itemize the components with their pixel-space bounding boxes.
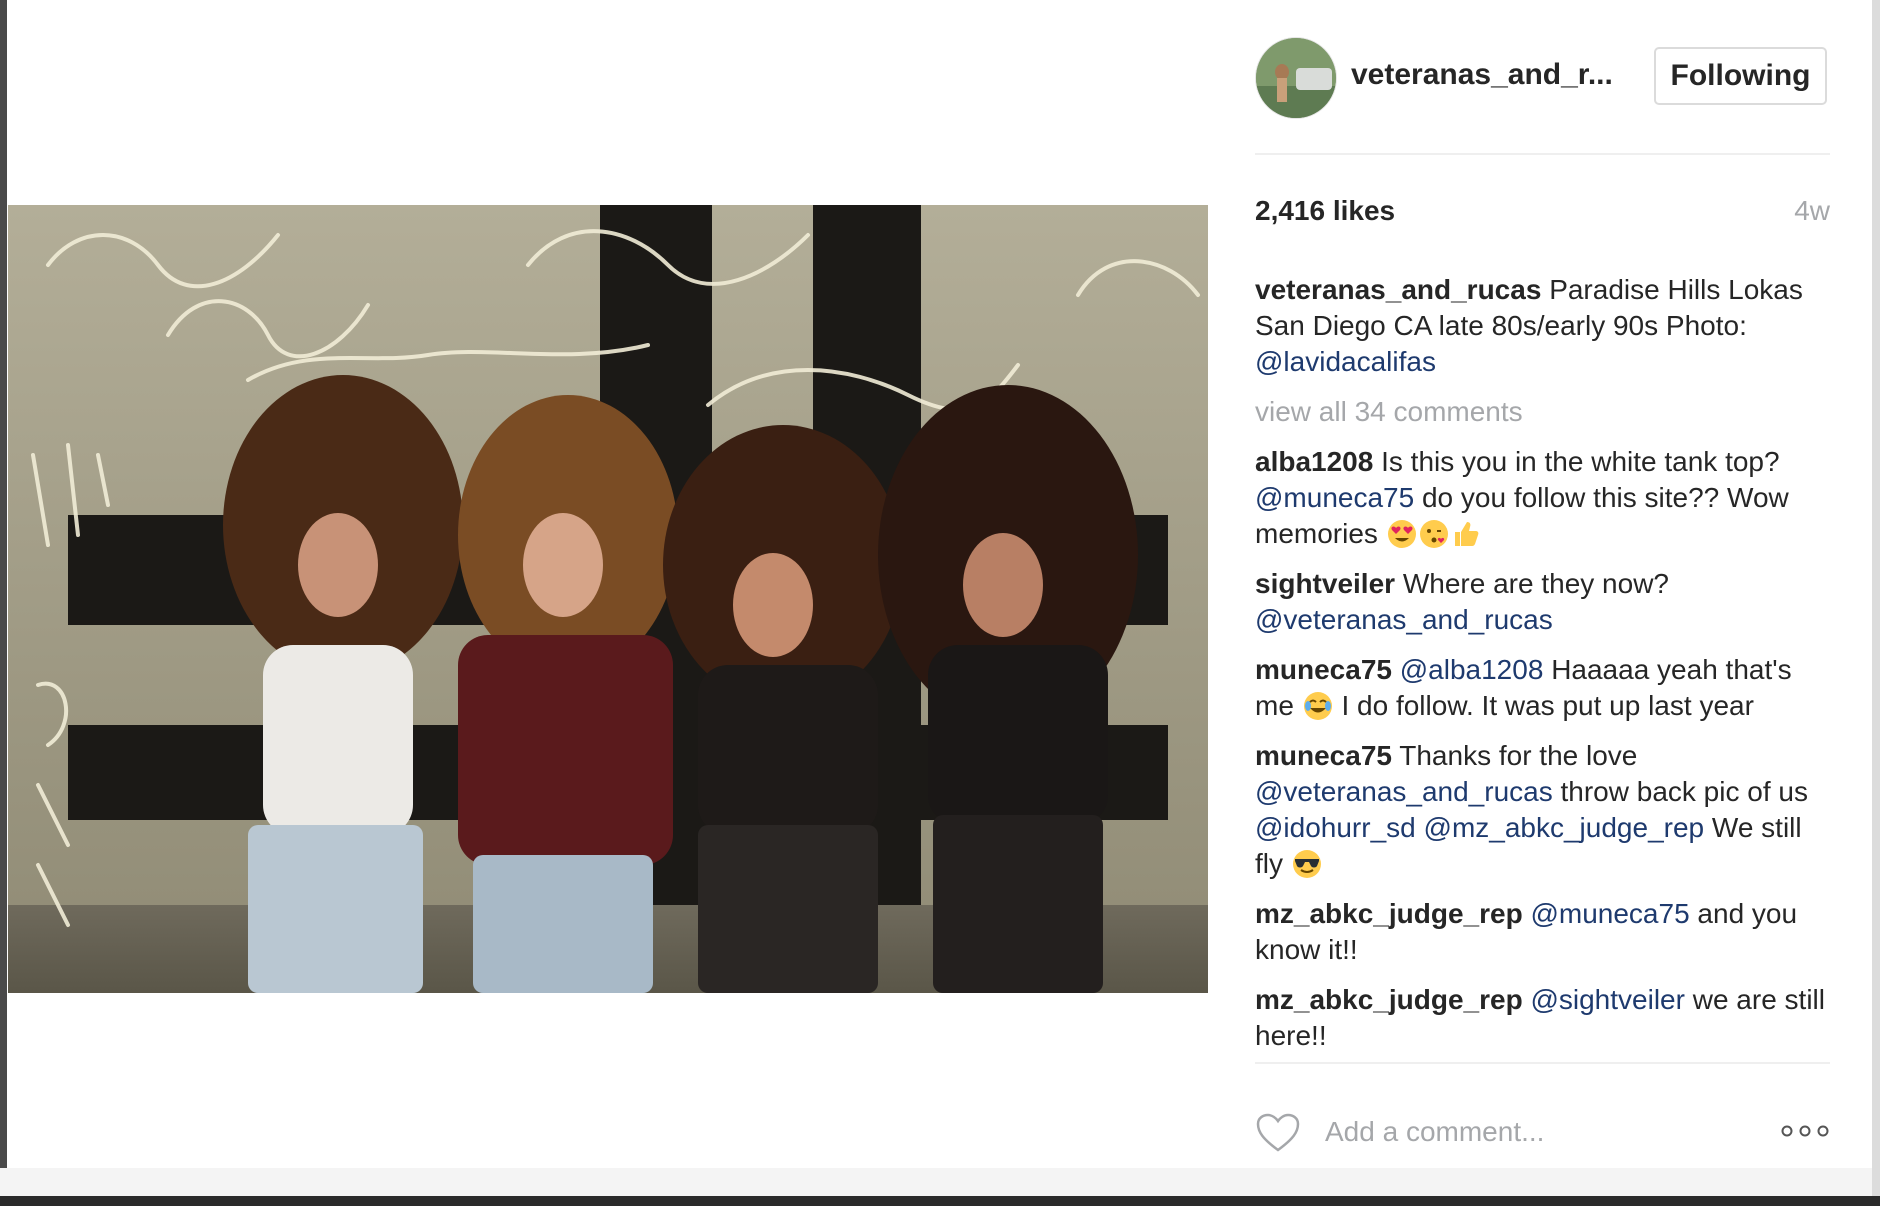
caption-author[interactable]: veteranas_and_rucas [1255,274,1541,305]
comment-author[interactable]: sightveiler [1255,568,1395,599]
window-bottom-strip [0,1168,1872,1196]
comment-author[interactable]: muneca75 [1255,740,1392,771]
caption-mention[interactable]: @lavidacalifas [1255,346,1436,377]
comment-author[interactable]: alba1208 [1255,446,1373,477]
comment-item: mz_abkc_judge_rep @sightveiler we are st… [1255,982,1830,1054]
tears-of-joy-emoji [1303,692,1332,720]
post-photo[interactable] [8,205,1208,993]
heart-eyes-emoji [1387,520,1416,548]
window-frame-bottom [0,1196,1880,1206]
comment-author[interactable]: muneca75 [1255,654,1392,685]
comment-mention[interactable]: @muneca75 [1255,482,1414,513]
add-comment-row [1255,1108,1830,1158]
comment-mention[interactable]: @veteranas_and_rucas [1255,776,1553,807]
comment-mention[interactable]: @veteranas_and_rucas [1255,604,1553,635]
comment-text: Thanks for the love [1399,740,1638,771]
following-button[interactable]: Following [1654,47,1827,105]
comment-item: muneca75 Thanks for the love @veteranas_… [1255,738,1830,882]
post-caption: veteranas_and_rucas Paradise Hills Lokas… [1255,272,1830,380]
comments-divider [1255,1062,1830,1064]
more-options-icon[interactable] [1780,1118,1830,1144]
comment-mention[interactable]: @sightveiler [1530,984,1684,1015]
comment-author[interactable]: mz_abkc_judge_rep [1255,984,1523,1015]
heart-icon[interactable] [1255,1112,1301,1154]
header-divider [1255,153,1830,155]
comment-author[interactable]: mz_abkc_judge_rep [1255,898,1523,929]
thumbs-up-emoji [1454,522,1479,546]
comment-item: sightveiler Where are they now? @veteran… [1255,566,1830,638]
post-panel: veteranas_and_r... Following 2,416 likes… [1255,0,1830,1160]
comment-mention[interactable]: @alba1208 [1400,654,1544,685]
post-username[interactable]: veteranas_and_r... [1351,58,1613,92]
add-comment-input[interactable] [1325,1112,1705,1152]
likes-row: 2,416 likes 4w [1255,195,1830,235]
comment-mention[interactable]: @muneca75 [1530,898,1689,929]
view-all-comments-link[interactable]: view all 34 comments [1255,394,1830,430]
comment-mention[interactable]: @mz_abkc_judge_rep [1424,812,1705,843]
comment-text: Is this you in the white tank top? [1381,446,1780,477]
comment-item: alba1208 Is this you in the white tank t… [1255,444,1830,552]
comment-mention[interactable]: @idohurr_sd [1255,812,1416,843]
avatar[interactable] [1255,37,1337,119]
kiss-emoji [1419,520,1448,548]
post-header: veteranas_and_r... Following [1255,36,1830,120]
comments-list: veteranas_and_rucas Paradise Hills Lokas… [1255,272,1830,1068]
window-frame-right [1872,0,1880,1206]
likes-count[interactable]: 2,416 likes [1255,195,1395,227]
comment-item: muneca75 @alba1208 Haaaaa yeah that's me… [1255,652,1830,724]
comment-text: Where are they now? [1402,568,1669,599]
window-frame-left [0,0,7,1206]
comment-text: throw back pic of us [1560,776,1808,807]
sunglasses-emoji [1292,850,1321,878]
post-timestamp[interactable]: 4w [1794,195,1830,227]
comment-text: I do follow. It was put up last year [1341,690,1754,721]
comment-item: mz_abkc_judge_rep @muneca75 and you know… [1255,896,1830,968]
photo-illustration [8,205,1208,993]
avatar-photo [1256,38,1336,118]
